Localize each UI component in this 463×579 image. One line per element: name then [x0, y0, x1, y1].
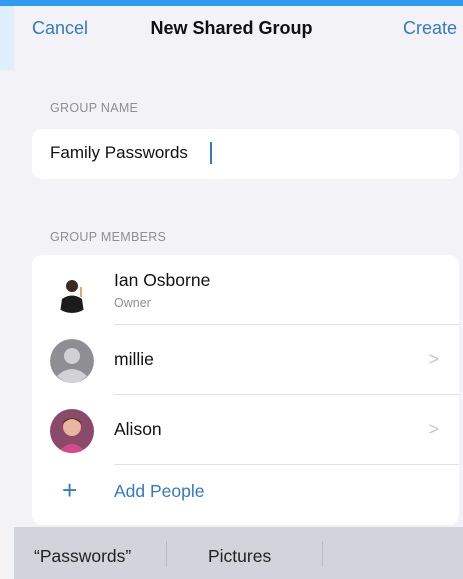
page-title: New Shared Group	[150, 18, 313, 38]
add-people-button[interactable]: + Add People	[32, 465, 459, 525]
alison-avatar	[50, 409, 94, 453]
suggestion-divider	[322, 541, 323, 567]
chevron-right-icon: >	[428, 419, 439, 439]
member-name: Alison	[114, 419, 162, 439]
default-person-icon	[50, 339, 94, 383]
group-name-section-label: GROUP NAME	[50, 101, 139, 115]
group-members-list: Ian Osborne Owner millie > Alison > + Ad…	[32, 255, 459, 525]
suggestion-passwords[interactable]: “Passwords”	[34, 546, 131, 567]
add-people-label: Add People	[114, 481, 205, 501]
navigation-bar: Cancel New Shared Group Create	[0, 6, 463, 50]
chevron-right-icon: >	[428, 349, 439, 369]
group-name-field[interactable]: Family Passwords	[32, 129, 459, 179]
member-row-millie[interactable]: millie >	[32, 325, 459, 395]
member-role: Owner	[114, 296, 151, 310]
plus-icon: +	[62, 475, 78, 505]
group-name-input[interactable]: Family Passwords	[50, 143, 188, 163]
group-members-section-label: GROUP MEMBERS	[50, 230, 167, 244]
member-row-alison[interactable]: Alison >	[32, 395, 459, 465]
member-name: millie	[114, 349, 154, 369]
member-name: Ian Osborne	[114, 270, 211, 290]
text-cursor	[210, 142, 212, 164]
create-button[interactable]: Create	[403, 18, 457, 39]
suggestion-divider	[166, 541, 167, 567]
suggestion-pictures[interactable]: Pictures	[208, 546, 271, 567]
keyboard-suggestion-bar: “Passwords” Pictures	[14, 527, 463, 579]
ian-osborne-avatar	[50, 269, 94, 313]
member-row-ian-osborne: Ian Osborne Owner	[32, 255, 459, 325]
